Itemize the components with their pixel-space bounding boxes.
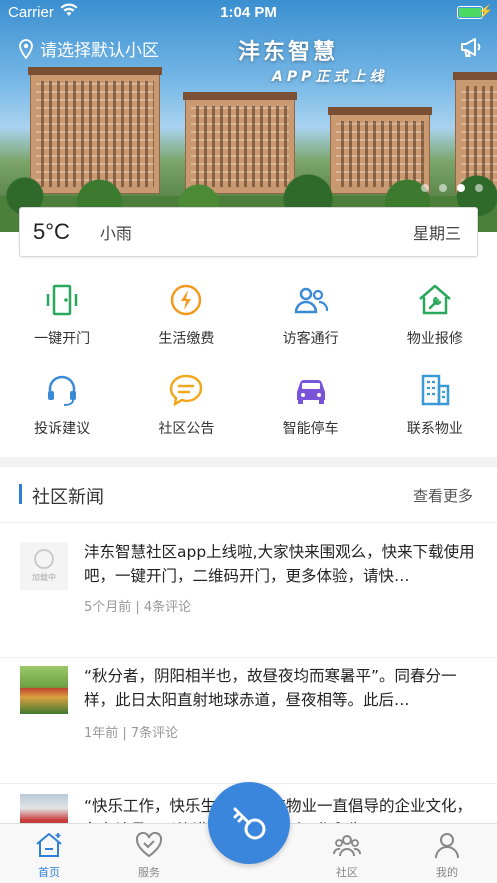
service-bill-payment[interactable]: 生活缴费 bbox=[124, 270, 248, 360]
tab-community[interactable]: 社区 bbox=[307, 830, 387, 880]
location-pin-icon bbox=[19, 38, 33, 59]
tab-label: 首页 bbox=[38, 866, 60, 879]
news-thumbnail bbox=[20, 666, 68, 714]
profile-icon bbox=[435, 833, 459, 859]
location-prompt: 请选择默认小区 bbox=[40, 41, 159, 61]
carousel-indicator[interactable] bbox=[421, 184, 483, 192]
lightning-icon bbox=[171, 284, 202, 316]
chat-bubble-icon bbox=[170, 374, 203, 407]
tab-label: 我的 bbox=[436, 866, 458, 879]
service-unlock-door[interactable]: 一键开门 bbox=[0, 270, 124, 360]
tab-label: 社区 bbox=[336, 866, 358, 879]
service-complaints[interactable]: 投诉建议 bbox=[0, 360, 124, 450]
weather-temperature: 5°C bbox=[33, 219, 70, 244]
news-header: 社区新闻 查看更多 bbox=[0, 467, 497, 523]
thumbnail-caption: 加载中 bbox=[32, 573, 56, 582]
carousel-dot[interactable] bbox=[475, 184, 483, 192]
tab-home[interactable]: 首页 bbox=[9, 830, 89, 880]
service-grid: 一键开门 生活缴费 访客通行 物业报修 投诉建议 社区公告 智能停车 联系物业 bbox=[0, 270, 497, 450]
news-meta: 1年前 | 7条评论 bbox=[84, 726, 179, 741]
repair-house-icon bbox=[419, 284, 451, 315]
service-property-repair[interactable]: 物业报修 bbox=[373, 270, 497, 360]
community-icon bbox=[333, 835, 361, 857]
carousel-dot[interactable] bbox=[421, 184, 429, 192]
news-section-title: 社区新闻 bbox=[32, 487, 104, 508]
weather-card: 5°C 小雨 星期三 bbox=[19, 207, 478, 257]
service-contact-property[interactable]: 联系物业 bbox=[373, 360, 497, 450]
visitors-icon bbox=[294, 287, 328, 314]
service-label: 访客通行 bbox=[282, 331, 339, 347]
status-bar: Carrier 1:04 PM ⚡ bbox=[0, 0, 497, 26]
banner-carousel[interactable]: Carrier 1:04 PM ⚡ 请选择默认小区 沣东智慧 APP正式上线 bbox=[0, 0, 497, 232]
weather-condition: 小雨 bbox=[99, 224, 132, 243]
location-selector[interactable]: 请选择默认小区 bbox=[18, 36, 159, 61]
service-label: 物业报修 bbox=[406, 331, 463, 347]
banner-headline: 沣东智慧 bbox=[238, 40, 339, 65]
service-label: 生活缴费 bbox=[158, 331, 215, 347]
weather-weekday: 星期三 bbox=[412, 224, 461, 243]
service-smart-parking[interactable]: 智能停车 bbox=[249, 360, 373, 450]
quick-unlock-button[interactable] bbox=[208, 782, 290, 864]
carousel-dot-active[interactable] bbox=[457, 184, 465, 192]
tab-label: 服务 bbox=[138, 866, 160, 879]
heart-icon bbox=[135, 831, 163, 858]
carousel-dot[interactable] bbox=[439, 184, 447, 192]
headset-icon bbox=[48, 375, 77, 406]
view-more-link[interactable]: 查看更多 bbox=[413, 485, 473, 506]
service-label: 社区公告 bbox=[158, 421, 215, 437]
banner-subline: APP正式上线 bbox=[272, 69, 388, 85]
car-icon bbox=[296, 380, 325, 404]
service-label: 一键开门 bbox=[34, 331, 91, 347]
section-accent-bar bbox=[19, 484, 22, 504]
service-label: 智能停车 bbox=[282, 421, 339, 437]
building-icon bbox=[421, 374, 450, 406]
news-item[interactable]: “秋分者，阴阳相半也，故昼夜均而寒暑平”。同春分一样，此日太阳直射地球赤道，昼夜… bbox=[0, 656, 497, 784]
service-label: 联系物业 bbox=[406, 421, 463, 437]
news-text: “秋分者，阴阳相半也，故昼夜均而寒暑平”。同春分一样，此日太阳直射地球赤道，昼夜… bbox=[84, 667, 457, 709]
service-visitor-pass[interactable]: 访客通行 bbox=[249, 270, 373, 360]
clock: 1:04 PM bbox=[220, 4, 277, 21]
tab-profile[interactable]: 我的 bbox=[407, 830, 487, 880]
charging-icon: ⚡ bbox=[478, 4, 493, 18]
loading-spinner-icon bbox=[34, 549, 54, 569]
door-icon bbox=[46, 284, 78, 316]
news-meta: 5个月前 | 4条评论 bbox=[84, 600, 192, 615]
news-thumbnail-loading: 加载中 bbox=[20, 542, 68, 590]
key-icon bbox=[233, 807, 266, 840]
news-text: 沣东智慧社区app上线啦,大家快来围观么，快来下载使用吧，一键开门，二维码开门，… bbox=[84, 543, 475, 585]
megaphone-icon[interactable] bbox=[459, 36, 483, 58]
tab-services[interactable]: 服务 bbox=[109, 830, 189, 880]
service-announcements[interactable]: 社区公告 bbox=[124, 360, 248, 450]
home-icon bbox=[36, 833, 62, 857]
news-item[interactable]: 加载中 沣东智慧社区app上线啦,大家快来围观么，快来下载使用吧，一键开门，二维… bbox=[0, 530, 497, 658]
service-label: 投诉建议 bbox=[34, 421, 91, 437]
section-divider bbox=[0, 457, 497, 467]
